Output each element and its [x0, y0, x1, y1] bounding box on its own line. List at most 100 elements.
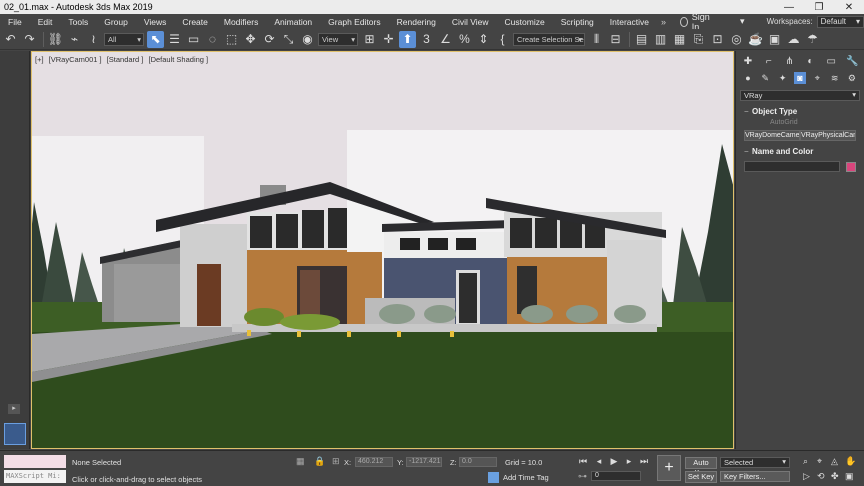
systems-icon[interactable]: ⚙: [846, 72, 858, 84]
orbit-icon[interactable]: ⟲: [817, 471, 825, 482]
close-button[interactable]: ✕: [834, 2, 864, 13]
manipulate-icon[interactable]: ✛: [380, 31, 397, 48]
reference-coordinate-dropdown[interactable]: View: [318, 32, 358, 46]
undo-icon[interactable]: ↶: [2, 31, 19, 48]
minimize-button[interactable]: —: [774, 2, 804, 13]
render-setup-icon[interactable]: ☕: [747, 31, 764, 48]
menu-animation[interactable]: Animation: [266, 17, 320, 27]
maxscript-listener-input[interactable]: [4, 455, 66, 468]
menu-modifiers[interactable]: Modifiers: [216, 17, 266, 27]
vray-dome-camera-button[interactable]: VRayDomeCame: [744, 130, 800, 141]
render-frame-window-icon[interactable]: ▣: [766, 31, 783, 48]
menu-group[interactable]: Group: [96, 17, 136, 27]
spinner-snap-icon[interactable]: ⇕: [475, 31, 492, 48]
y-coordinate-field[interactable]: -1217.421: [406, 457, 442, 467]
menu-views[interactable]: Views: [136, 17, 175, 27]
create-tab-icon[interactable]: ✚: [742, 56, 754, 68]
region-select-icon[interactable]: ▭: [185, 31, 202, 48]
snaps-toggle-icon[interactable]: 3: [418, 31, 435, 48]
render-production-icon[interactable]: ☂: [804, 31, 821, 48]
absolute-mode-icon[interactable]: ⊞: [332, 456, 340, 467]
key-mode-icon[interactable]: ⊶: [578, 471, 587, 482]
edit-named-selection-icon[interactable]: {: [494, 31, 511, 48]
walk-through-icon[interactable]: ✤: [831, 471, 839, 482]
object-type-header[interactable]: − Object Type: [740, 106, 860, 118]
set-key-button[interactable]: Set Key: [685, 471, 717, 483]
menu-graph-editors[interactable]: Graph Editors: [320, 17, 388, 27]
unlink-icon[interactable]: ⌁: [66, 31, 83, 48]
place-icon[interactable]: ◉: [299, 31, 316, 48]
mirror-icon[interactable]: ⫴: [588, 31, 605, 48]
maximize-viewport-icon[interactable]: ▣: [845, 471, 854, 482]
go-to-end-icon[interactable]: ⏭: [638, 456, 650, 467]
camera-icon[interactable]: ◙: [793, 72, 806, 84]
viewport-camera-label[interactable]: [VRayCam001 ]: [49, 55, 102, 64]
dolly-icon[interactable]: ▷: [803, 471, 810, 482]
object-name-input[interactable]: [744, 161, 840, 172]
layer-explorer-icon[interactable]: ▥: [652, 31, 669, 48]
shapes-icon[interactable]: ✎: [759, 72, 771, 84]
hierarchy-tab-icon[interactable]: ⋔: [784, 56, 796, 68]
pan-icon[interactable]: ✋: [845, 456, 856, 467]
viewport-label[interactable]: [+] [VRayCam001 ] [Standard ] [Default S…: [35, 55, 211, 64]
display-tab-icon[interactable]: ▭: [825, 56, 837, 68]
link-icon[interactable]: ⛓: [47, 31, 64, 48]
workspaces-select[interactable]: Default: [816, 15, 864, 28]
menu-scripting[interactable]: Scripting: [553, 17, 602, 27]
go-to-start-icon[interactable]: ⏮: [577, 456, 589, 467]
window-crossing-icon[interactable]: ◌: [204, 31, 221, 48]
auto-key-button[interactable]: Auto Key: [685, 457, 717, 477]
current-frame-field[interactable]: 0: [591, 471, 641, 481]
menu-file[interactable]: File: [0, 17, 30, 27]
menu-customize[interactable]: Customize: [497, 17, 553, 27]
selection-filter-dropdown[interactable]: All: [104, 32, 144, 46]
zoom-all-icon[interactable]: ⌖: [817, 456, 822, 467]
keyboard-shortcut-toggle-icon[interactable]: ⬆: [399, 30, 416, 48]
viewport-menu-plus[interactable]: [+]: [35, 55, 44, 64]
field-of-view-icon[interactable]: ◬: [831, 456, 838, 467]
select-and-link-icon[interactable]: ⬚: [223, 31, 240, 48]
select-object-icon[interactable]: ⬉: [147, 30, 164, 48]
perspective-viewport[interactable]: [+] [VRayCam001 ] [Standard ] [Default S…: [31, 51, 734, 449]
menu-tools[interactable]: Tools: [60, 17, 96, 27]
previous-frame-icon[interactable]: ◂: [593, 456, 605, 467]
lights-icon[interactable]: ✦: [777, 72, 789, 84]
selection-set-dropdown[interactable]: Selected: [720, 457, 790, 468]
name-and-color-header[interactable]: − Name and Color: [740, 146, 860, 158]
helpers-icon[interactable]: ⌖: [811, 72, 823, 84]
selection-lock-icon[interactable]: 🔒: [314, 456, 325, 467]
maxscript-mini-listener[interactable]: MAXScript Mi:: [4, 470, 66, 483]
scale-icon[interactable]: ⤡: [280, 31, 297, 48]
align-icon[interactable]: ⊟: [607, 31, 624, 48]
modify-tab-icon[interactable]: ⌐: [763, 56, 775, 68]
menu-create[interactable]: Create: [174, 17, 216, 27]
pivot-center-icon[interactable]: ⊞: [361, 31, 378, 48]
menu-edit[interactable]: Edit: [30, 17, 61, 27]
menu-rendering[interactable]: Rendering: [389, 17, 444, 27]
autogrid-checkbox[interactable]: AutoGrid: [740, 118, 860, 128]
object-category-dropdown[interactable]: VRay: [740, 90, 860, 101]
curve-editor-icon[interactable]: ⎘: [690, 31, 707, 48]
motion-tab-icon[interactable]: ◐: [804, 56, 816, 68]
add-time-tag-button[interactable]: Add Time Tag: [488, 472, 549, 483]
x-coordinate-field[interactable]: 460.212: [355, 457, 393, 467]
material-editor-icon[interactable]: ◎: [728, 31, 745, 48]
set-key-plus-button[interactable]: +: [657, 455, 681, 481]
bind-space-warp-icon[interactable]: ≀: [85, 31, 102, 48]
menu-civil-view[interactable]: Civil View: [444, 17, 497, 27]
render-icon[interactable]: ☁: [785, 31, 802, 48]
rotate-icon[interactable]: ⟳: [261, 31, 278, 48]
viewport-layout-tile[interactable]: [4, 423, 26, 445]
percent-snap-icon[interactable]: %: [456, 31, 473, 48]
vray-physical-camera-button[interactable]: VRayPhysicalCam: [800, 130, 856, 141]
move-icon[interactable]: ✥: [242, 31, 259, 48]
redo-icon[interactable]: ↷: [21, 31, 38, 48]
maximize-button[interactable]: ❐: [804, 2, 834, 13]
menu-overflow-button[interactable]: »: [657, 17, 670, 27]
geometry-icon[interactable]: ●: [742, 72, 754, 84]
schematic-view-icon[interactable]: ⊡: [709, 31, 726, 48]
select-by-name-icon[interactable]: ☰: [166, 31, 183, 48]
menu-interactive[interactable]: Interactive: [602, 17, 657, 27]
utilities-tab-icon[interactable]: 🔧: [846, 56, 858, 68]
space-warps-icon[interactable]: ≋: [829, 72, 841, 84]
